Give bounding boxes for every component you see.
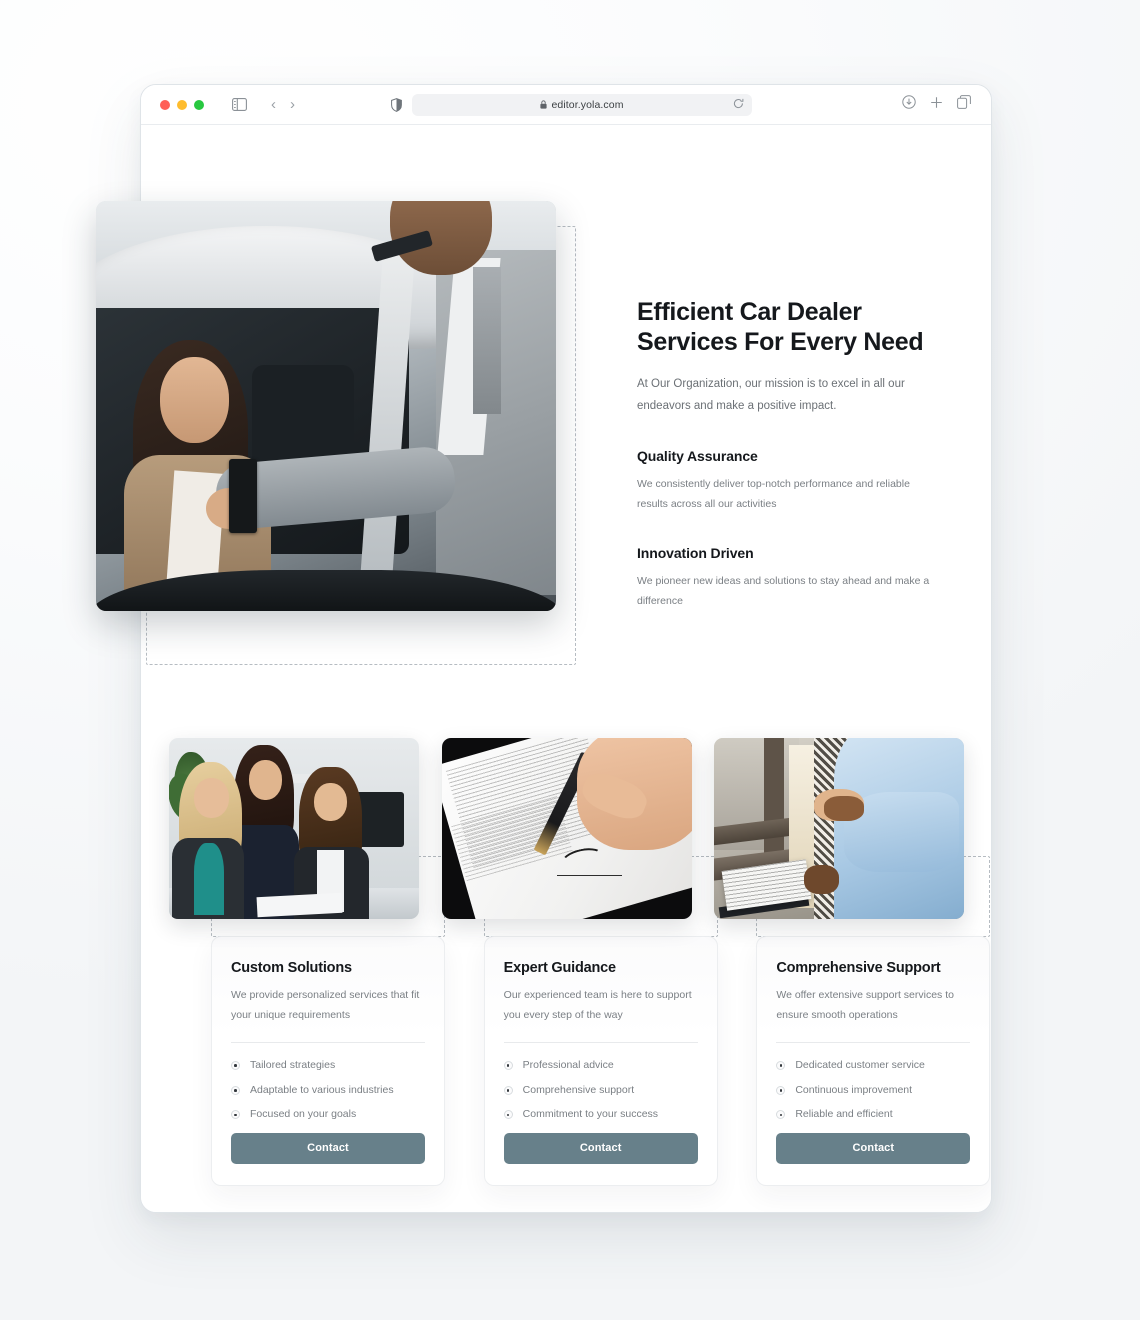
window-traffic-lights	[160, 99, 204, 110]
feature-title: Innovation Driven	[637, 544, 754, 561]
list-item: Reliable and efficient	[776, 1108, 970, 1122]
card-divider	[776, 1041, 971, 1043]
bullet-dot-icon	[231, 1085, 240, 1095]
card-content: Expert Guidance Our experienced team is …	[484, 936, 718, 1164]
contact-button[interactable]: Contact	[776, 1132, 971, 1164]
list-item-label: Comprehensive support	[522, 1083, 635, 1096]
sidebar-toggle-icon[interactable]	[232, 98, 247, 111]
bullet-dot-icon	[776, 1061, 786, 1071]
bullet-dot-icon	[503, 1085, 513, 1095]
card-title: Expert Guidance	[503, 960, 616, 976]
bullet-dot-icon	[776, 1085, 786, 1095]
handshake-agreement-photo	[714, 738, 965, 919]
list-item-label: Dedicated customer service	[795, 1058, 925, 1071]
list-item: Professional advice	[503, 1058, 698, 1073]
card-image-custom-solutions[interactable]	[169, 738, 419, 919]
business-women-meeting-photo	[169, 738, 419, 919]
hero-feature-innovation-driven: Innovation Driven We pioneer new ideas a…	[637, 545, 937, 612]
tab-overview-icon[interactable]	[957, 95, 971, 114]
contact-button[interactable]: Contact	[503, 1132, 698, 1164]
lock-icon	[540, 100, 548, 109]
hero-copy-block: Efficient Car Dealer Services For Every …	[637, 297, 937, 612]
card-bullet-list: Tailored strategies Adaptable to various…	[231, 1059, 425, 1122]
list-item: Focused on your goals	[231, 1108, 425, 1122]
card-title: Comprehensive Support	[776, 960, 941, 976]
navigation-arrows: ‹ ›	[271, 97, 295, 112]
plus-icon[interactable]	[930, 96, 943, 114]
card-description: We offer extensive support services to e…	[776, 989, 954, 1021]
forward-arrow-icon[interactable]: ›	[290, 97, 295, 112]
minimize-window-button[interactable]	[177, 99, 187, 110]
card-image-expert-guidance[interactable]	[441, 738, 692, 919]
list-item: Commitment to your success	[503, 1108, 698, 1122]
hero-subtitle: At Our Organization, our mission is to e…	[637, 378, 905, 413]
list-item-label: Tailored strategies	[250, 1058, 336, 1071]
list-item: Continuous improvement	[776, 1084, 970, 1098]
toolbar-right-actions	[902, 95, 975, 114]
contact-button[interactable]: Contact	[231, 1132, 425, 1164]
close-window-button[interactable]	[160, 99, 170, 110]
maximize-window-button[interactable]	[194, 99, 204, 110]
list-item-label: Commitment to your success	[522, 1108, 659, 1121]
bullet-dot-icon	[503, 1110, 513, 1120]
back-arrow-icon[interactable]: ‹	[271, 97, 276, 112]
list-item-label: Reliable and efficient	[795, 1108, 893, 1121]
list-item: Dedicated customer service	[776, 1059, 970, 1073]
downloads-icon[interactable]	[902, 95, 916, 114]
bullet-dot-icon	[776, 1110, 786, 1120]
bullet-dot-icon	[503, 1061, 513, 1071]
card-description: We provide personalized services that fi…	[231, 989, 420, 1021]
hero-image[interactable]	[96, 201, 556, 611]
bullet-dot-icon	[231, 1110, 240, 1120]
feature-body: We consistently deliver top-notch perfor…	[637, 477, 910, 511]
list-item: Tailored strategies	[231, 1059, 425, 1073]
card-content: Comprehensive Support We offer extensive…	[756, 936, 990, 1164]
list-item-label: Focused on your goals	[250, 1108, 357, 1121]
address-bar[interactable]: editor.yola.com	[412, 93, 752, 116]
bullet-dot-icon	[231, 1061, 240, 1071]
card-content: Custom Solutions We provide personalized…	[211, 936, 445, 1164]
signing-document-photo	[441, 738, 692, 919]
list-item: Adaptable to various industries	[231, 1084, 425, 1098]
list-item-label: Continuous improvement	[795, 1083, 913, 1096]
card-description: Our experienced team is here to support …	[503, 989, 692, 1021]
card-bullet-list: Professional advice Comprehensive suppor…	[503, 1058, 698, 1122]
address-bar-url: editor.yola.com	[551, 98, 624, 111]
browser-toolbar: ‹ › editor.yola.com	[141, 85, 991, 125]
feature-title: Quality Assurance	[637, 447, 758, 464]
car-dealer-handing-keys-photo	[96, 201, 556, 611]
card-bullet-list: Dedicated customer service Continuous im…	[776, 1059, 970, 1122]
card-divider	[231, 1041, 425, 1043]
reload-icon[interactable]	[733, 97, 744, 115]
list-item-label: Adaptable to various industries	[250, 1083, 394, 1096]
card-divider	[503, 1041, 698, 1043]
shield-icon[interactable]	[391, 97, 402, 112]
feature-body: We pioneer new ideas and solutions to st…	[637, 574, 930, 608]
list-item: Comprehensive support	[503, 1083, 698, 1098]
page-title: Efficient Car Dealer Services For Every …	[637, 298, 924, 356]
list-item-label: Professional advice	[522, 1058, 614, 1071]
card-title: Custom Solutions	[231, 960, 352, 976]
card-image-comprehensive-support[interactable]	[714, 738, 965, 919]
hero-feature-quality-assurance: Quality Assurance We consistently delive…	[637, 448, 937, 515]
